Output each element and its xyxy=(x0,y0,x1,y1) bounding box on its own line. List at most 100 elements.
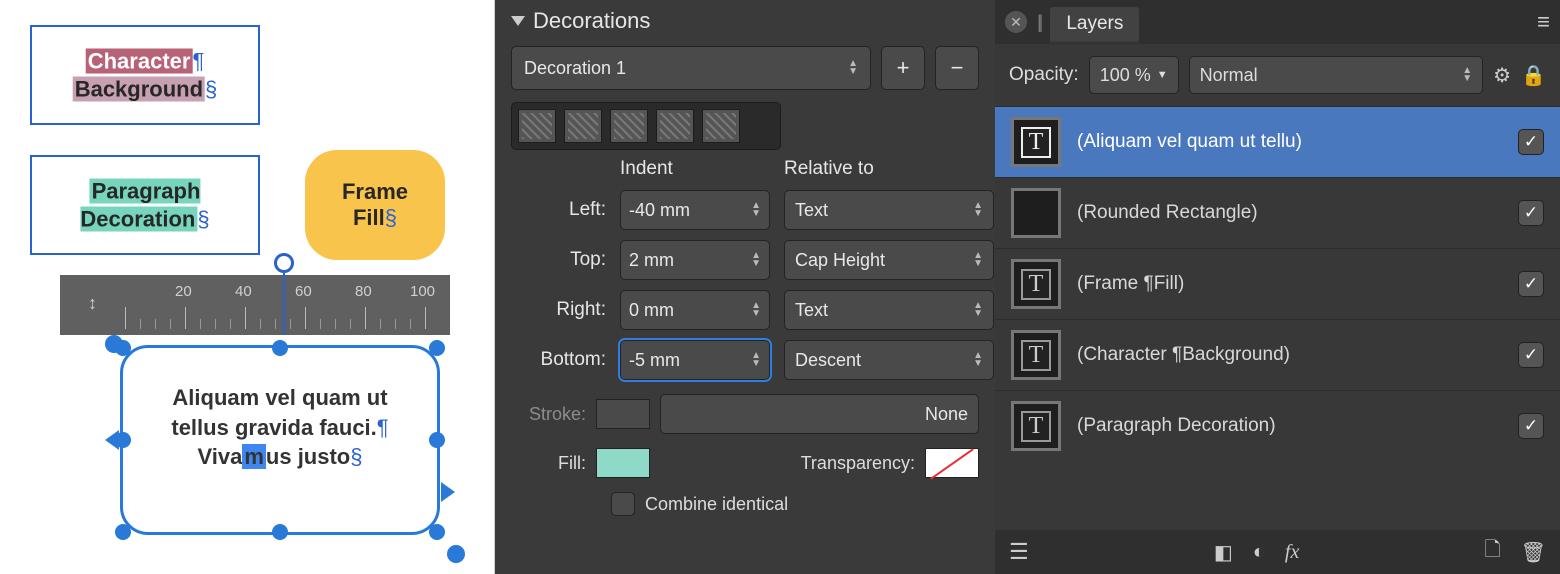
right-value: 0 mm xyxy=(629,300,674,321)
text-frame-paragraph-decoration[interactable]: Paragraph Decoration§ xyxy=(30,155,260,255)
layer-visibility-checkbox[interactable]: ✓ xyxy=(1518,271,1544,297)
close-icon[interactable]: ✕ xyxy=(1005,11,1027,33)
outflow-icon[interactable] xyxy=(441,482,455,502)
stroke-swatch[interactable] xyxy=(596,399,650,429)
layer-visibility-checkbox[interactable]: ✓ xyxy=(1518,342,1544,368)
layer-row[interactable]: T (Frame ¶Fill) ✓ xyxy=(995,248,1560,319)
text-layer-icon: T xyxy=(1021,269,1052,300)
remove-decoration-button[interactable]: − xyxy=(935,46,979,90)
layer-thumbnail xyxy=(1011,188,1061,238)
right-label: Right: xyxy=(511,299,606,321)
bottom-value: -5 mm xyxy=(629,350,680,371)
ruler-marker[interactable] xyxy=(274,253,294,273)
combine-identical-checkbox[interactable] xyxy=(611,492,635,516)
text-line: us justo xyxy=(266,444,350,469)
text-character: Character xyxy=(86,49,193,74)
left-value: -40 mm xyxy=(629,200,690,221)
decoration-edge-set[interactable] xyxy=(511,102,781,150)
mask-icon[interactable]: ◧ xyxy=(1214,540,1233,565)
fill-label: Fill: xyxy=(511,453,586,474)
layer-name: (Frame ¶Fill) xyxy=(1077,273,1502,295)
left-rel-value: Text xyxy=(795,200,828,221)
adjustment-icon[interactable]: ◐ xyxy=(1253,541,1265,564)
decorations-panel: Decorations Decoration 1 ▲▼ + − Indent R… xyxy=(495,0,995,574)
section-icon: § xyxy=(350,444,362,469)
inflow-icon[interactable] xyxy=(105,430,119,450)
lock-icon[interactable]: 🔒 xyxy=(1521,63,1546,88)
left-relative-select[interactable]: Text▲▼ xyxy=(784,190,994,230)
text-line: Aliquam vel quam ut xyxy=(172,385,387,410)
chevrons-icon: ▲▼ xyxy=(848,60,858,76)
layer-thumbnail: T xyxy=(1011,330,1061,380)
layer-name: (Aliquam vel quam ut tellu) xyxy=(1077,131,1502,153)
layers-list[interactable]: T(Aliquam vel quam ut tellu)✓(Rounded Re… xyxy=(995,106,1560,530)
text-layer-icon: T xyxy=(1021,411,1052,442)
right-relative-select[interactable]: Text▲▼ xyxy=(784,290,994,330)
add-decoration-button[interactable]: + xyxy=(881,46,925,90)
top-rel-value: Cap Height xyxy=(795,250,885,271)
section-icon: § xyxy=(385,205,397,230)
opacity-input[interactable]: 100 %▼ xyxy=(1089,56,1179,94)
decoration-select-value: Decoration 1 xyxy=(524,58,626,79)
selected-text-frame[interactable]: Aliquam vel quam ut tellus gravida fauci… xyxy=(120,345,440,535)
edge-swatch[interactable] xyxy=(702,109,740,143)
text-frame-character-background[interactable]: Character¶ Background§ xyxy=(30,25,260,125)
layer-row[interactable]: (Rounded Rectangle)✓ xyxy=(995,177,1560,248)
document-canvas[interactable]: Character¶ Background§ Paragraph Decorat… xyxy=(0,0,495,574)
left-indent-input[interactable]: -40 mm▲▼ xyxy=(620,190,770,230)
stroke-style-select[interactable]: None xyxy=(660,394,979,434)
text-layer-icon: T xyxy=(1021,340,1052,371)
layer-name: (Paragraph Decoration) xyxy=(1077,415,1502,437)
relative-heading: Relative to xyxy=(784,158,994,180)
edge-swatch[interactable] xyxy=(564,109,602,143)
bottom-relative-select[interactable]: Descent▲▼ xyxy=(784,340,994,380)
new-layer-icon[interactable]: 🗋 xyxy=(1485,535,1501,569)
text-line: Viva xyxy=(197,444,242,469)
rotation-handle[interactable] xyxy=(105,335,123,353)
text-line: tellus gravida fauci. xyxy=(171,415,376,440)
layer-visibility-checkbox[interactable]: ✓ xyxy=(1518,200,1544,226)
text-paragraph-decoration: Paragraph Decoration xyxy=(80,179,200,232)
panel-menu-icon[interactable]: ≡ xyxy=(1537,9,1550,35)
transparency-swatch[interactable] xyxy=(925,448,979,478)
bottom-label: Bottom: xyxy=(511,349,606,371)
layers-stack-icon[interactable]: ☰ xyxy=(1009,539,1029,565)
disclosure-triangle-icon[interactable] xyxy=(511,16,525,26)
left-label: Left: xyxy=(511,199,606,221)
right-indent-input[interactable]: 0 mm▲▼ xyxy=(620,290,770,330)
top-relative-select[interactable]: Cap Height▲▼ xyxy=(784,240,994,280)
edge-swatch[interactable] xyxy=(518,109,556,143)
layer-thumbnail: T xyxy=(1011,401,1061,451)
top-value: 2 mm xyxy=(629,250,674,271)
gear-icon[interactable]: ⚙ xyxy=(1493,63,1511,88)
layers-footer: ☰ ◧ ◐ fx 🗋 🗑 xyxy=(995,530,1560,574)
text-background: Background xyxy=(73,76,205,101)
indent-heading: Indent xyxy=(620,158,770,180)
decoration-select[interactable]: Decoration 1 ▲▼ xyxy=(511,46,871,90)
top-indent-input[interactable]: 2 mm▲▼ xyxy=(620,240,770,280)
layer-visibility-checkbox[interactable]: ✓ xyxy=(1518,129,1544,155)
section-icon: § xyxy=(197,206,209,231)
layer-visibility-checkbox[interactable]: ✓ xyxy=(1518,413,1544,439)
panel-header[interactable]: Decorations xyxy=(511,0,979,46)
text-caret-selection: m xyxy=(242,444,266,469)
layer-row[interactable]: T (Paragraph Decoration) ✓ xyxy=(995,390,1560,461)
bottom-indent-input[interactable]: -5 mm▲▼ xyxy=(620,340,770,380)
shape-frame-fill[interactable]: Frame Fill§ xyxy=(305,150,445,260)
fill-swatch[interactable] xyxy=(596,448,650,478)
edge-swatch[interactable] xyxy=(610,109,648,143)
layer-row[interactable]: T (Character ¶Background) ✓ xyxy=(995,319,1560,390)
trash-icon[interactable]: 🗑 xyxy=(1521,540,1546,565)
rotation-handle[interactable] xyxy=(447,545,465,563)
edge-swatch[interactable] xyxy=(656,109,694,143)
dock-grip-icon[interactable]: || xyxy=(1037,12,1040,33)
top-label: Top: xyxy=(511,249,606,271)
frame-text[interactable]: Aliquam vel quam ut tellus gravida fauci… xyxy=(123,383,437,472)
ruler[interactable]: ↕ 20 40 60 80 100 xyxy=(60,275,450,335)
text-layer-icon: T xyxy=(1021,127,1052,158)
layer-row[interactable]: T (Aliquam vel quam ut tellu) ✓ xyxy=(995,106,1560,177)
fx-icon[interactable]: fx xyxy=(1285,541,1299,564)
layer-name: (Character ¶Background) xyxy=(1077,344,1502,366)
blend-mode-select[interactable]: Normal▲▼ xyxy=(1189,56,1484,94)
tab-layers[interactable]: Layers xyxy=(1050,7,1139,43)
